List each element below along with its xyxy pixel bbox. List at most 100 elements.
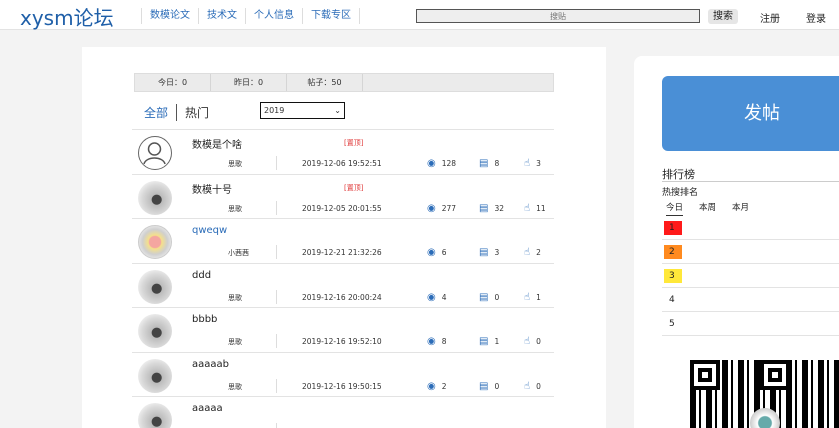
- likes-count[interactable]: ☝ 1: [524, 292, 541, 303]
- comments-value: 32: [494, 203, 504, 213]
- stats-bar: 今日：0 昨日：0 帖子：50: [134, 73, 554, 92]
- comments-count: ▤ 3: [479, 247, 499, 258]
- views-value: 6: [441, 248, 447, 257]
- qr-logo-icon: [750, 408, 780, 428]
- post-list-panel: 今日：0 昨日：0 帖子：50 全部 热门 2019 ⌄ 数模是个啥 [置顶] …: [82, 47, 606, 428]
- avatar[interactable]: [138, 180, 172, 215]
- avatar[interactable]: [138, 358, 172, 393]
- thumbs-up-icon[interactable]: ☝: [524, 203, 530, 214]
- post-title[interactable]: 数模是个啥: [192, 136, 242, 151]
- thumbs-up-icon[interactable]: ☝: [524, 292, 530, 303]
- pinned-badge: [置顶]: [344, 183, 364, 192]
- post-row[interactable]: bbbb 思歌 2019-12-16 19:52:10 ◉ 8 ▤ 1 ☝ 0: [132, 307, 554, 352]
- default-user-icon[interactable]: [138, 136, 172, 170]
- post-time: 2019-12-21 21:32:26: [302, 248, 382, 257]
- post-row[interactable]: 数模十号 [置顶] 思歌 2019-12-05 20:01:55 ◉ 277 ▤ 3…: [132, 173, 554, 219]
- views-value: 128: [441, 159, 457, 168]
- new-post-button[interactable]: 发帖: [662, 76, 839, 151]
- avatar[interactable]: [138, 225, 172, 259]
- likes-value: 0: [536, 337, 541, 346]
- likes-count[interactable]: ☝ 2: [524, 247, 541, 258]
- comment-icon: ▤: [479, 380, 489, 392]
- rank-tab-today[interactable]: 今日: [666, 201, 684, 216]
- rank-subtitle: 热搜排名: [662, 188, 699, 198]
- post-row[interactable]: ddd 思歌 2019-12-16 20:00:24 ◉ 4 ▤ 0 ☝ 1: [132, 262, 554, 308]
- filter-tabs: 全部 热门: [144, 104, 209, 121]
- stat-posts: 帖子：50: [287, 74, 363, 91]
- post-row[interactable]: aaaaa: [132, 396, 554, 428]
- rank-item[interactable]: 5: [662, 312, 839, 336]
- avatar[interactable]: [138, 269, 172, 304]
- tab-hot[interactable]: 热门: [177, 104, 209, 121]
- eye-icon: ◉: [427, 336, 436, 347]
- rank-item[interactable]: 4: [662, 288, 839, 312]
- thumbs-up-icon[interactable]: ☝: [524, 158, 530, 169]
- search-input[interactable]: [416, 9, 700, 23]
- meta-divider: [276, 289, 277, 304]
- thumbs-up-icon[interactable]: ☝: [524, 247, 530, 258]
- eye-icon: ◉: [427, 291, 436, 303]
- rank-item[interactable]: 3: [662, 264, 839, 288]
- likes-value: 1: [536, 292, 541, 302]
- rank-tab-week[interactable]: 本周: [699, 201, 716, 216]
- post-title[interactable]: aaaaab: [192, 359, 229, 370]
- comments-value: 0: [494, 381, 500, 391]
- rank-tab-month[interactable]: 本月: [732, 201, 749, 216]
- rank-item[interactable]: 1: [662, 216, 839, 240]
- site-logo[interactable]: xysm论坛: [20, 2, 114, 31]
- views-count: ◉ 277: [427, 203, 456, 214]
- rank-number: 4: [669, 295, 675, 305]
- stat-yesterday: 昨日：0: [211, 74, 287, 91]
- views-count: ◉ 128: [427, 158, 456, 169]
- register-link[interactable]: 注册: [760, 10, 780, 25]
- views-value: 277: [441, 203, 457, 213]
- thumbs-up-icon[interactable]: ☝: [524, 336, 530, 347]
- post-author[interactable]: 思歌: [228, 293, 242, 303]
- rank-item[interactable]: 2: [662, 240, 839, 264]
- views-count: ◉ 4: [427, 292, 447, 303]
- views-count: ◉ 6: [427, 247, 447, 258]
- chevron-down-icon: ⌄: [334, 106, 341, 115]
- post-time: 2019-12-16 19:52:10: [302, 337, 382, 346]
- post-author[interactable]: 思歌: [228, 382, 242, 392]
- post-row[interactable]: 数模是个啥 [置顶] 思歌 2019-12-06 19:52:51 ◉ 128 ▤…: [132, 129, 554, 174]
- comment-icon: ▤: [479, 291, 489, 303]
- eye-icon: ◉: [427, 158, 436, 169]
- post-title[interactable]: 数模十号: [192, 181, 232, 196]
- likes-value: 2: [536, 248, 541, 257]
- comment-icon: ▤: [479, 158, 489, 169]
- likes-count[interactable]: ☝ 0: [524, 381, 541, 392]
- login-link[interactable]: 登录: [806, 10, 826, 25]
- post-author[interactable]: 思歌: [228, 159, 242, 169]
- comment-icon: ▤: [479, 202, 489, 214]
- main-nav: 数模论文 技术文 个人信息 下载专区: [141, 8, 360, 24]
- search-button[interactable]: 搜索: [708, 9, 738, 24]
- rank-number: 5: [669, 319, 675, 329]
- likes-count[interactable]: ☝ 3: [524, 158, 541, 169]
- post-author[interactable]: 思歌: [228, 204, 242, 214]
- post-title[interactable]: qweqw: [192, 225, 227, 236]
- meta-divider: [276, 245, 277, 259]
- nav-item-profile[interactable]: 个人信息: [246, 8, 303, 24]
- post-author[interactable]: 小茜茜: [228, 248, 249, 258]
- likes-value: 0: [536, 381, 541, 391]
- post-row[interactable]: aaaaab 思歌 2019-12-16 19:50:15 ◉ 2 ▤ 0 ☝ 0: [132, 351, 554, 397]
- nav-item-downloads[interactable]: 下载专区: [303, 8, 360, 24]
- post-row[interactable]: qweqw 小茜茜 2019-12-21 21:32:26 ◉ 6 ▤ 3 ☝ 2: [132, 218, 554, 263]
- nav-item-tech[interactable]: 技术文: [199, 8, 246, 24]
- post-author[interactable]: 思歌: [228, 337, 242, 347]
- nav-item-papers[interactable]: 数模论文: [141, 8, 199, 24]
- post-title[interactable]: aaaaa: [192, 403, 223, 414]
- likes-value: 3: [536, 159, 541, 168]
- avatar[interactable]: [138, 314, 172, 348]
- year-select-value: 2019: [264, 106, 285, 115]
- avatar[interactable]: [138, 403, 172, 428]
- likes-count[interactable]: ☝ 11: [524, 203, 546, 214]
- comment-icon: ▤: [479, 336, 489, 347]
- post-title[interactable]: ddd: [192, 270, 211, 281]
- thumbs-up-icon[interactable]: ☝: [524, 381, 530, 392]
- post-title[interactable]: bbbb: [192, 314, 217, 325]
- year-select[interactable]: 2019 ⌄: [260, 102, 345, 119]
- tab-all[interactable]: 全部: [144, 104, 178, 121]
- likes-count[interactable]: ☝ 0: [524, 336, 541, 347]
